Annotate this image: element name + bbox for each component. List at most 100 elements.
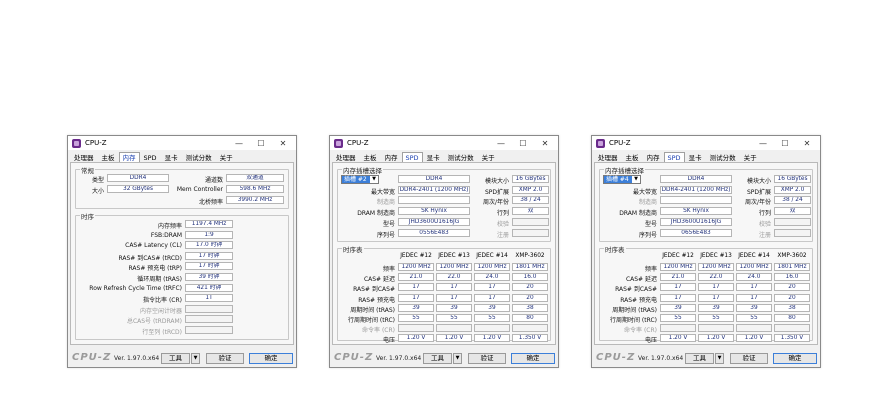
timing-row-label: CAS# 延迟: [625, 276, 657, 284]
verify-button[interactable]: 验证: [468, 353, 506, 364]
minimize-button[interactable]: —: [752, 136, 774, 150]
timing-cell: 1200 MHz: [660, 263, 696, 271]
ok-button[interactable]: 确定: [249, 353, 293, 364]
timing-cell: [736, 324, 772, 333]
timing-cell: 39: [698, 303, 734, 312]
maximize-button[interactable]: ☐: [774, 136, 796, 150]
ok-button[interactable]: 确定: [511, 353, 555, 364]
timing-cell: 1.20 V: [474, 334, 510, 343]
timing-cell: 1200 MHz: [398, 263, 434, 271]
timing-cell: 1.20 V: [698, 334, 734, 343]
correction-label: 校验: [758, 221, 771, 228]
close-button[interactable]: ✕: [796, 136, 818, 150]
timing-cell: 17: [436, 293, 472, 302]
version-text: Ver. 1.97.0.x64: [638, 355, 684, 362]
timing-label: 内存频率: [157, 223, 182, 230]
timing-cell: [698, 324, 734, 333]
timing-row-label: RAS# 预充电: [358, 296, 395, 304]
timing-cell: 20: [512, 283, 548, 292]
footer: CPU-Z Ver. 1.97.0.x64 工具 ▼ 验证 确定: [68, 348, 296, 368]
spd-ext-label: SPD扩展: [746, 189, 771, 196]
timing-label: 内存空闲计时器: [139, 307, 182, 315]
registered-label: 注册: [758, 232, 771, 239]
version-text: Ver. 1.97.0.x64: [376, 355, 422, 362]
timing-cell: 17: [698, 293, 734, 302]
timing-row-label: CAS# 延迟: [363, 276, 395, 284]
channels-label: 通道数: [204, 177, 223, 184]
timing-column-header: JEDEC #12: [662, 253, 694, 259]
timings-group-title: 时序: [80, 211, 95, 221]
spd-ext-value: XMP 2.0: [512, 186, 549, 194]
title-bar[interactable]: CPU-Z — ☐ ✕: [330, 136, 558, 150]
timing-value: 1197.4 MHz: [185, 220, 233, 228]
serial-value: 0556E483: [398, 229, 470, 237]
cpuz-window-spd-slot4: CPU-Z — ☐ ✕ 处理器 主板 内存 SPD 显卡 测试分数 关于 内存插…: [591, 135, 821, 368]
timing-cell: 22.0: [698, 273, 734, 282]
memctrl-value: 598.6 MHz: [226, 185, 284, 193]
title-bar[interactable]: CPU-Z — ☐ ✕: [592, 136, 820, 150]
timing-label: RAS# 预充电 (tRP): [128, 265, 182, 273]
timing-label: RAS# 到CAS# (tRCD): [118, 254, 182, 262]
week-year-value: 38 / 24: [512, 196, 549, 204]
spd-ext-value: XMP 2.0: [774, 186, 811, 194]
close-button[interactable]: ✕: [272, 136, 294, 150]
timing-row-label: 电压: [644, 337, 657, 345]
timing-row-label: 频率: [382, 266, 395, 273]
cpuz-app-icon: [596, 138, 605, 148]
cpuz-app-icon: [72, 138, 81, 148]
timing-value: 39 时钟: [185, 273, 233, 281]
ranks-value: 双: [512, 207, 549, 215]
timing-label: 指令比率 (CR): [143, 297, 182, 305]
timing-value: 1T: [185, 294, 233, 303]
timing-cell: 17: [736, 283, 772, 292]
dram-manufacturer-value: SK Hynix: [660, 207, 732, 215]
tools-button[interactable]: 工具: [423, 353, 452, 364]
cpuz-logo: CPU-Z: [334, 352, 374, 363]
maximize-button[interactable]: ☐: [512, 136, 534, 150]
timing-row-label: 周期时间 (tRAS): [612, 306, 657, 314]
slot-selected-value: 插槽 #4: [604, 176, 632, 183]
timing-cell: 1200 MHz: [436, 263, 472, 271]
timing-row-label: 频率: [644, 266, 657, 273]
tools-button[interactable]: 工具: [161, 353, 190, 364]
minimize-button[interactable]: —: [228, 136, 250, 150]
footer: CPU-Z Ver. 1.97.0.x64 工具 ▼ 验证 确定: [592, 348, 820, 368]
timing-cell: 39: [398, 303, 434, 312]
verify-button[interactable]: 验证: [730, 353, 768, 364]
timing-value: 17.0 时钟: [185, 241, 233, 250]
timing-cell: 17: [474, 293, 510, 302]
chevron-down-icon: ▼: [634, 176, 638, 182]
northbridge-value: 3990.2 MHz: [226, 196, 284, 204]
verify-button[interactable]: 验证: [206, 353, 244, 364]
timing-label: 行至列 (tRCD): [142, 329, 182, 336]
maximize-button[interactable]: ☐: [250, 136, 272, 150]
slot-dropdown[interactable]: 插槽 #4 ▼: [603, 175, 641, 184]
minimize-button[interactable]: —: [490, 136, 512, 150]
title-bar[interactable]: CPU-Z — ☐ ✕: [68, 136, 296, 150]
ok-button[interactable]: 确定: [773, 353, 817, 364]
serial-value: 0656E483: [660, 229, 732, 237]
timings-table-title: 时序表: [342, 244, 364, 254]
timing-column-header: JEDEC #14: [476, 253, 508, 259]
slot-dropdown[interactable]: 插槽 #2 ▼: [341, 175, 379, 184]
correction-value: [512, 218, 549, 226]
timing-cell: 39: [474, 303, 510, 312]
week-year-label: 周次/年份: [482, 199, 509, 206]
timing-cell: [474, 324, 510, 333]
tools-dropdown-icon[interactable]: ▼: [715, 353, 724, 364]
timing-value: [185, 315, 233, 324]
timing-cell: 21.0: [398, 273, 434, 282]
max-bandwidth-label: 最大带宽: [370, 189, 395, 196]
close-button[interactable]: ✕: [534, 136, 556, 150]
tools-dropdown-icon[interactable]: ▼: [453, 353, 462, 364]
timing-cell: 39: [436, 303, 472, 312]
timing-cell: [512, 324, 548, 333]
timing-cell: 22.0: [436, 273, 472, 282]
timing-cell: 55: [474, 314, 510, 322]
spd-panel: 内存插槽选择 插槽 #2 ▼ DDR4 最大带宽 DDR4-2401 (1200…: [332, 162, 556, 345]
timing-label: FSB:DRAM: [150, 231, 182, 239]
tools-dropdown-icon[interactable]: ▼: [191, 353, 200, 364]
dram-manufacturer-label: DRAM 制造商: [357, 210, 395, 217]
tools-button[interactable]: 工具: [685, 353, 714, 364]
ranks-value: 双: [774, 207, 811, 215]
